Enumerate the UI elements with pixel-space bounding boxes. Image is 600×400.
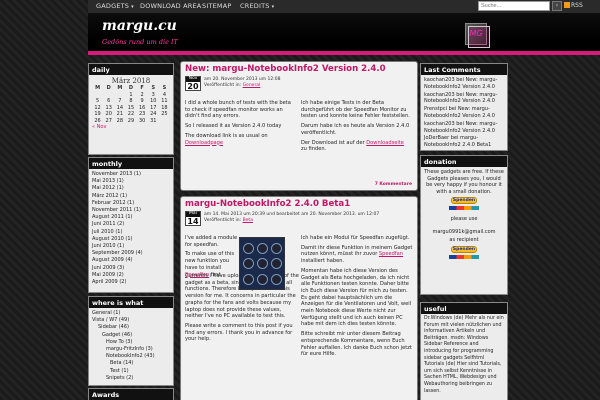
archive-link[interactable]: März 2012 (1) <box>92 193 170 200</box>
rss-icon <box>564 2 570 8</box>
calendar-month: März 2018 <box>111 77 151 85</box>
archive-link[interactable]: April 2009 (2) <box>92 279 170 286</box>
top-navigation: GADGETS ▾ DOWNLOAD AREA SITEMAP CREDITS ▾ … <box>88 0 600 13</box>
post-date: Nov 20 <box>185 76 201 91</box>
search-input[interactable] <box>478 1 550 11</box>
calendar: MDMDFSS 1 2 3 4 5 6 7 8 9 10 11 12 13 14 15 16 17 18 19 20 2… <box>92 85 170 124</box>
category-link[interactable]: Sidebar (46) <box>92 324 170 331</box>
comment-link[interactable]: kaochan203 bei New: margu-NotebookInfo2 … <box>424 92 504 106</box>
gauge-icon <box>271 258 282 269</box>
gauge-icon <box>271 243 282 254</box>
donation-widget: donation These gadgets are free. If thes… <box>420 155 508 295</box>
archive-link[interactable]: Juli 2010 (1) <box>92 229 170 236</box>
nav-sitemap[interactable]: SITEMAP <box>202 2 232 10</box>
nav-gadgets[interactable]: GADGETS ▾ <box>96 2 134 10</box>
chevron-down-icon: ▾ <box>131 4 134 10</box>
gauge-icon <box>271 274 282 285</box>
archive-link[interactable]: Mai 2012 (1) <box>92 185 170 192</box>
archive-link[interactable]: August 2011 (1) <box>92 214 170 221</box>
archive-link[interactable]: August 2010 (1) <box>92 236 170 243</box>
post-title[interactable]: margu-NotebookInfo2 2.4.0 Beta1 <box>185 199 350 209</box>
useful-text: Dr.Windows (de) Mehr als nur ein Forum m… <box>424 316 504 394</box>
gauge-icon <box>257 243 268 254</box>
archive-link[interactable]: November 2011 (1) <box>92 207 170 214</box>
post-category-link[interactable]: General <box>243 83 261 88</box>
post-title[interactable]: New: margu-NotebookInfo2 Version 2.4.0 <box>185 64 386 74</box>
category-link[interactable]: Snipets (2) <box>92 375 170 382</box>
widget-title: where is what <box>89 297 173 308</box>
speedfan-link-de[interactable]: Speedfan <box>379 251 403 257</box>
post-meta: am 20. November 2013 um 12:08 Veröffentl… <box>204 77 281 88</box>
search-icon: › <box>555 2 559 9</box>
post-meta: am 14. Mai 2013 um 20:39 und bearbeitet … <box>204 212 380 223</box>
nav-credits[interactable]: CREDITS ▾ <box>240 2 274 10</box>
donation-text: These gadgets are free. If these Gadgets… <box>424 169 504 195</box>
search-button[interactable]: › <box>552 1 562 11</box>
downloadpage-link[interactable]: Downloadpage <box>185 140 223 146</box>
archive-link[interactable]: Juni 2009 (3) <box>92 265 170 272</box>
post-2: margu-NotebookInfo2 2.4.0 Beta1 Mai 14 a… <box>180 196 418 400</box>
archive-link[interactable]: November 2013 (1) <box>92 171 170 178</box>
comment-link[interactable]: kaochan203 bei New: margu-NotebookInfo2 … <box>424 121 504 135</box>
comment-link[interactable]: Prenstpci bei New: margu-NotebookInfo2 V… <box>424 106 504 120</box>
calendar-prev-link[interactable]: « Nov <box>92 124 170 130</box>
post-date: Mai 14 <box>185 211 201 226</box>
post-category-link[interactable]: Beta <box>243 218 253 223</box>
archive-link[interactable]: Mai 2013 (1) <box>92 178 170 185</box>
archive-link[interactable]: September 2009 (4) <box>92 250 170 257</box>
archive-link[interactable]: Februar 2012 (1) <box>92 200 170 207</box>
widget-title: donation <box>421 156 507 167</box>
widget-title: daily <box>89 64 173 75</box>
chevron-down-icon: ▾ <box>271 4 275 10</box>
post-text-de: Ich habe ein Modul für Speedfan zugefügt… <box>301 235 413 358</box>
post-text-de: Ich habe einige Tests in der Beta durchg… <box>301 100 410 153</box>
categories-widget: where is what General (1) Vista / W7 (49)… <box>88 296 174 386</box>
gauge-icon <box>257 274 268 285</box>
archive-link[interactable]: August 2009 (4) <box>92 257 170 264</box>
category-link[interactable]: How To (3) <box>92 339 170 346</box>
comment-link[interactable]: JoDerBaer bei margu-NotebookInfo2 2.4.0 … <box>424 135 504 149</box>
category-link[interactable]: margu-FritzInfo (3) <box>92 346 170 353</box>
donation-email: margu0991k@gmail.com <box>432 228 496 235</box>
useful-widget: useful Dr.Windows (de) Mehr als nur ein … <box>420 302 508 400</box>
donate-button[interactable]: Spenden <box>451 197 477 204</box>
gadget-screenshot <box>239 237 285 290</box>
site-title[interactable]: margu.cu <box>102 18 177 34</box>
donate-button-2[interactable]: Spenden <box>451 245 477 253</box>
monthly-widget: monthly November 2013 (1) Mai 2013 (1) Mai… <box>88 157 174 293</box>
category-link[interactable]: Gadget (46) <box>92 332 170 339</box>
post-1: New: margu-NotebookInfo2 Version 2.4.0 N… <box>180 61 418 191</box>
awards-widget: Awards <box>88 388 174 400</box>
widget-title: useful <box>421 303 507 314</box>
widget-title: Last Comments <box>421 64 507 75</box>
nav-download-area[interactable]: DOWNLOAD AREA <box>140 2 201 10</box>
daily-widget: daily März 2018 MDMDFSS 1 2 3 4 5 6 7 8 9 10 11 12 1… <box>88 63 174 155</box>
gauge-icon <box>243 274 254 285</box>
gauge-icon <box>257 258 268 269</box>
last-comments-widget: Last Comments kaochan203 bei New: margu-… <box>420 63 508 151</box>
site-tagline: Gedöns rund um die IT <box>102 38 178 46</box>
rss-link[interactable]: RSS <box>564 2 583 9</box>
archive-link[interactable]: Mai 2009 (2) <box>92 272 170 279</box>
gauge-icon <box>243 258 254 269</box>
site-header: margu.cu Gedöns rund um die IT MG <box>88 13 600 55</box>
category-link[interactable]: NotebookInfo2 (43) <box>92 353 170 360</box>
comment-link[interactable]: kaochan203 bei New: margu-NotebookInfo2 … <box>424 77 504 91</box>
gauge-icon <box>243 243 254 254</box>
logo-frame <box>468 26 490 48</box>
category-link[interactable]: General (1) <box>92 310 170 317</box>
widget-title: Awards <box>89 389 173 400</box>
payment-cards-icon <box>449 254 479 259</box>
downloadseite-link[interactable]: Downloadseite <box>366 140 404 146</box>
category-link[interactable]: Test (1) <box>92 368 170 375</box>
category-link[interactable]: Beta (14) <box>92 360 170 367</box>
archive-link[interactable]: Juni 2011 (2) <box>92 221 170 228</box>
payment-cards-icon <box>449 206 479 210</box>
archive-link[interactable]: Juni 2010 (1) <box>92 243 170 250</box>
category-link[interactable]: Vista / W7 (49) <box>92 317 170 324</box>
post-text-en: I did a whole bunch of tests with the be… <box>185 100 291 146</box>
widget-title: monthly <box>89 158 173 169</box>
comments-link[interactable]: 7 Kommentare <box>375 182 412 187</box>
